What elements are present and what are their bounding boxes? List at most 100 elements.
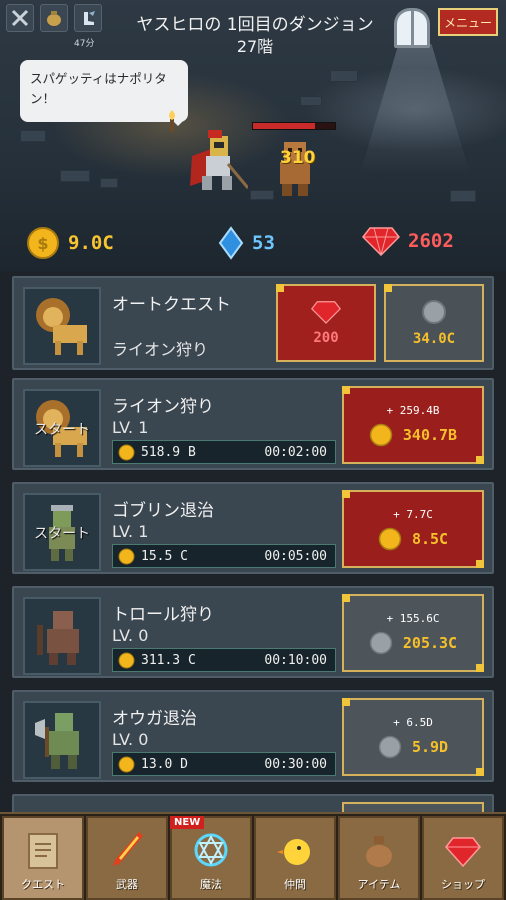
svg-text:$: $ — [37, 234, 48, 253]
upgrade-button[interactable]: + 155.6C 205.3C — [342, 594, 484, 672]
ruby-counter: 2602 — [362, 226, 454, 256]
gold-coin-icon — [118, 548, 135, 564]
gold-coin-icon — [118, 444, 135, 460]
quest-portrait[interactable] — [23, 701, 101, 779]
crystal-amount: 53 — [252, 232, 275, 254]
quest-portrait[interactable]: スタート — [23, 493, 101, 571]
crossed-swords-icon[interactable] — [6, 4, 34, 32]
torch-icon — [169, 110, 175, 132]
quest-portrait[interactable]: スタート — [23, 389, 101, 467]
auto-quest-title: オートクエスト — [112, 295, 231, 315]
quest-row-lion[interactable]: スタート ライオン狩り LV. 1 518.9 B 00:02:00 + 259… — [12, 378, 494, 470]
wall-brick — [450, 190, 476, 202]
gold-coin-icon — [369, 423, 393, 446]
upgrade-cost: 340.7B — [402, 425, 458, 444]
wall-brick — [100, 178, 118, 188]
gold-coin-icon: $ — [27, 227, 59, 259]
quest-info-bar: 311.3 C 00:10:00 — [112, 648, 336, 672]
auto-quest-card[interactable]: オートクエスト ライオン狩り 200 34.0C — [12, 276, 494, 370]
dungeon-title: ヤスヒロの 1回目のダンジョン — [136, 15, 374, 35]
nav-quest[interactable]: クエスト — [2, 816, 84, 900]
quest-info-bar: 518.9 B 00:02:00 — [112, 440, 336, 464]
nav-label: クエスト — [21, 878, 65, 891]
quest-info-bar: 15.5 C 00:05:00 — [112, 544, 336, 568]
auto-quest-ruby-button[interactable]: 200 — [276, 284, 376, 362]
nav-party[interactable]: 仲間 — [254, 816, 336, 900]
auto-quest-gold-button[interactable]: 34.0C — [384, 284, 484, 362]
ogre-icon — [35, 713, 79, 769]
quest-list[interactable]: オートクエスト ライオン狩り 200 34.0C スタート ライオン狩り LV.… — [0, 272, 506, 812]
start-label: スタート — [34, 526, 90, 542]
nav-label: 武器 — [116, 878, 138, 891]
upgrade-button[interactable]: + 259.4B 340.7B — [342, 386, 484, 464]
start-label: スタート — [34, 422, 90, 438]
wall-brick — [60, 170, 90, 182]
upgrade-gain: + 259.4B — [386, 403, 440, 417]
quest-level: LV. 1 — [112, 522, 149, 541]
auto-quest-subtitle: ライオン狩り — [112, 340, 209, 359]
gold-amount: 9.0C — [68, 232, 114, 254]
nav-items[interactable]: アイテム — [338, 816, 420, 900]
quest-time: 00:30:00 — [264, 756, 327, 772]
battle-scene: 47分 ヤスヒロの 1回目のダンジョン 27階 メニュー スパゲッティはナポリタ… — [0, 0, 506, 272]
menu-button[interactable]: メニュー — [438, 8, 498, 36]
light-beam — [360, 44, 470, 174]
wall-brick — [330, 70, 358, 82]
quest-row-goblin[interactable]: スタート ゴブリン退治 LV. 1 15.5 C 00:05:00 + 7.7C… — [12, 482, 494, 574]
ruby-icon — [445, 837, 481, 868]
winged-boot-icon[interactable] — [74, 4, 102, 32]
upgrade-button[interactable] — [342, 802, 484, 812]
new-badge: NEW — [170, 816, 205, 829]
silver-coin-icon — [422, 300, 446, 324]
gold-coin-icon — [118, 652, 135, 668]
quest-level: LV. 0 — [112, 626, 149, 645]
lion-icon — [36, 298, 87, 355]
currency-bar: $ 9.0C 53 2602 — [0, 226, 506, 266]
upgrade-cost: 8.5C — [411, 529, 449, 548]
upgrade-gain: + 7.7C — [393, 507, 433, 521]
quest-row-troll[interactable]: トロール狩り LV. 0 311.3 C 00:10:00 + 155.6C 2… — [12, 586, 494, 678]
quest-time: 00:05:00 — [264, 548, 327, 564]
quest-reward: 15.5 C — [141, 548, 188, 564]
ruby-icon — [362, 227, 400, 256]
auto-quest-gold-cost: 34.0C — [412, 331, 456, 347]
quest-name: トロール狩り — [112, 605, 214, 625]
enemy-hp-fill — [253, 123, 315, 129]
quest-level: LV. 1 — [112, 418, 149, 437]
troll-icon — [37, 611, 79, 665]
quest-time: 00:10:00 — [264, 652, 327, 668]
auto-quest-portrait — [23, 287, 101, 365]
upgrade-button[interactable]: + 6.5D 5.9D — [342, 698, 484, 776]
wall-brick — [20, 130, 46, 142]
quest-reward: 13.0 D — [141, 756, 188, 772]
goblin-enemy-sprite — [280, 142, 310, 196]
speech-bubble: スパゲッティはナポリタン！ — [20, 60, 188, 126]
upgrade-cost: 5.9D — [411, 737, 449, 756]
nav-label: アイテム — [357, 878, 401, 891]
nav-magic[interactable]: NEW 魔法 — [170, 816, 252, 900]
quest-portrait[interactable] — [23, 597, 101, 675]
upgrade-gain: + 155.6C — [386, 611, 440, 625]
money-bag-icon[interactable] — [40, 4, 68, 32]
nav-label: 仲間 — [284, 878, 306, 891]
wall-brick — [300, 96, 322, 106]
ruby-icon — [311, 301, 341, 324]
quest-row-partial[interactable] — [12, 794, 494, 812]
bottom-nav: クエスト 武器 NEW 魔法 仲間 アイテム ショップ — [0, 812, 506, 900]
quest-row-ogre[interactable]: オウガ退治 LV. 0 13.0 D 00:30:00 + 6.5D 5.9D — [12, 690, 494, 782]
nav-shop[interactable]: ショップ — [422, 816, 504, 900]
quest-reward: 518.9 B — [141, 444, 196, 460]
quest-level: LV. 0 — [112, 730, 149, 749]
gold-coin-icon — [378, 527, 402, 550]
upgrade-button[interactable]: + 7.7C 8.5C — [342, 490, 484, 568]
flame-sword-icon — [113, 832, 143, 866]
quest-reward: 311.3 C — [141, 652, 196, 668]
nav-label: ショップ — [441, 878, 485, 891]
window-icon — [394, 8, 430, 48]
silver-coin-icon — [378, 735, 402, 758]
quest-name: ライオン狩り — [112, 397, 214, 417]
nav-weapon[interactable]: 武器 — [86, 816, 168, 900]
ruby-amount: 2602 — [408, 230, 454, 252]
upgrade-cost: 205.3C — [402, 633, 458, 652]
dungeon-floor: 27階 — [236, 37, 274, 56]
